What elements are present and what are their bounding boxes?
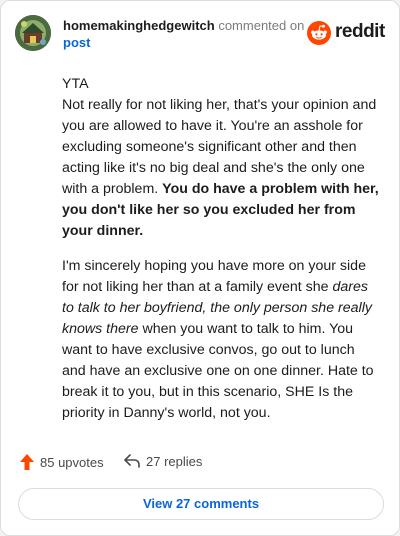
- post-link[interactable]: post: [63, 35, 90, 50]
- upvote-arrow-icon: [20, 454, 34, 470]
- replies-button[interactable]: 27 replies: [123, 453, 202, 469]
- upvote-button[interactable]: 85 upvotes: [19, 453, 104, 471]
- comment-footer: 85 upvotes 27 replies: [19, 453, 379, 475]
- verdict-text: YTA: [62, 76, 89, 92]
- reddit-logo[interactable]: reddit: [307, 21, 385, 47]
- paragraph-2-text-a: I'm sincerely hoping you have more on yo…: [62, 258, 366, 295]
- comment-body: YTA Not really for not liking her, that'…: [62, 74, 382, 438]
- reply-count: 27 replies: [146, 453, 203, 469]
- comment-paragraph-2: I'm sincerely hoping you have more on yo…: [62, 256, 382, 424]
- comment-meta: homemakinghedgewitch commented on post: [63, 17, 313, 51]
- reddit-wordmark: reddit: [335, 21, 385, 42]
- view-comments-button[interactable]: View 27 comments: [18, 488, 384, 520]
- username[interactable]: homemakinghedgewitch: [63, 18, 215, 33]
- commented-on-text: commented on: [218, 18, 305, 33]
- comment-paragraph-1: YTA Not really for not liking her, that'…: [62, 74, 382, 242]
- comment-card: homemakinghedgewitch commented on post r…: [0, 0, 400, 536]
- comment-header: homemakinghedgewitch commented on post r…: [15, 15, 385, 55]
- avatar-image-icon: [15, 15, 51, 51]
- upvote-count: 85 upvotes: [40, 454, 104, 470]
- avatar[interactable]: [15, 15, 51, 51]
- reply-arrow-icon: [124, 454, 140, 468]
- reddit-logo-icon: [307, 21, 331, 45]
